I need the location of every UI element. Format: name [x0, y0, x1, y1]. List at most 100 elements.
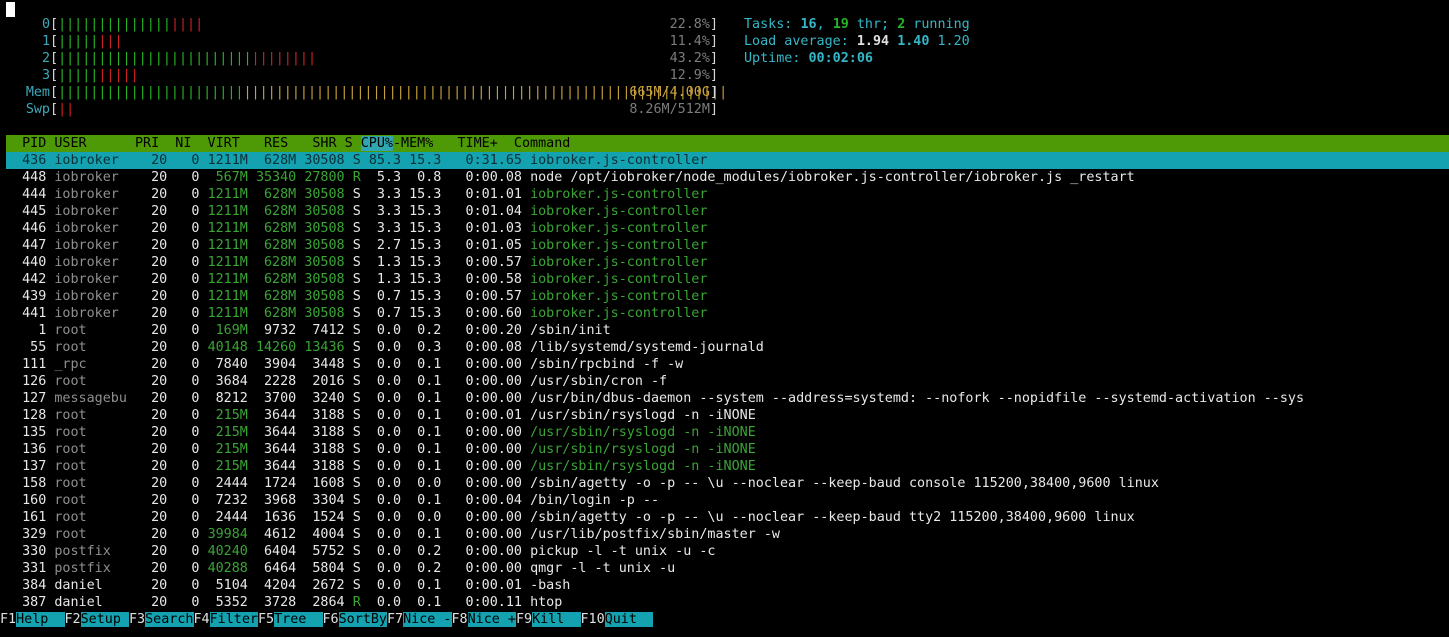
process-row[interactable]: 128 root 20 0 215M 3644 3188 S 0.0 0.1 0…: [6, 407, 1449, 424]
state-cell: S: [352, 374, 369, 389]
mem-percent-cell: 0.8: [409, 170, 450, 185]
user-cell: postfix: [54, 544, 135, 559]
process-row[interactable]: 127 messagebu 20 0 8212 3700 3240 S 0.0 …: [6, 390, 1449, 407]
process-row[interactable]: 55 root 20 0 40148 14260 13436 S 0.0 0.3…: [6, 339, 1449, 356]
command-cell: /lib/systemd/systemd-journald: [530, 340, 764, 355]
fkey-f10-button[interactable]: F10Quit: [580, 612, 654, 627]
priority-cell: 20: [135, 374, 176, 389]
command-cell: iobroker.js-controller: [530, 306, 708, 321]
time-cell: 0:00.58: [449, 272, 531, 287]
process-row[interactable]: 158 root 20 0 2444 1724 1608 S 0.0 0.0 0…: [6, 475, 1449, 492]
process-row[interactable]: 1 root 20 0 169M 9732 7412 S 0.0 0.2 0:0…: [6, 322, 1449, 339]
priority-cell: 20: [135, 578, 176, 593]
process-row[interactable]: 442 iobroker 20 0 1211M 628M 30508 S 1.3…: [6, 271, 1449, 288]
fkey-f8-button[interactable]: F8Nice +: [451, 612, 516, 627]
res-cell: 628M: [255, 272, 305, 287]
process-row[interactable]: 136 root 20 0 215M 3644 3188 S 0.0 0.1 0…: [6, 441, 1449, 458]
fkey-f1-button[interactable]: F1Help: [0, 612, 65, 627]
command-cell: /usr/sbin/rsyslogd -n -iNONE: [530, 459, 756, 474]
res-cell: 1724: [255, 476, 305, 491]
process-row[interactable]: 439 iobroker 20 0 1211M 628M 30508 S 0.7…: [6, 288, 1449, 305]
command-cell: /usr/sbin/cron -f: [530, 374, 668, 389]
mem-percent-cell: 15.3: [409, 221, 450, 236]
mem-percent-cell: 0.0: [409, 510, 450, 525]
shr-cell: 1608: [304, 476, 353, 491]
mem-percent-cell: 15.3: [409, 255, 450, 270]
priority-cell: 20: [135, 476, 176, 491]
time-cell: 0:00.01: [449, 578, 531, 593]
cpu-value-wrap: 12.9%]: [670, 67, 718, 84]
process-row[interactable]: 445 iobroker 20 0 1211M 628M 30508 S 3.3…: [6, 203, 1449, 220]
priority-cell: 20: [135, 425, 176, 440]
cpu-value: 22.8%: [669, 17, 710, 32]
process-row[interactable]: 447 iobroker 20 0 1211M 628M 30508 S 2.7…: [6, 237, 1449, 254]
fkey-f2-button[interactable]: F2Setup: [64, 612, 129, 627]
process-row[interactable]: 135 root 20 0 215M 3644 3188 S 0.0 0.1 0…: [6, 424, 1449, 441]
res-cell: 628M: [255, 238, 305, 253]
cpu-bar-kernel: |||||: [98, 68, 139, 83]
command-cell: node /opt/iobroker/node_modules/iobroker…: [530, 170, 1135, 185]
fkey-f7-button[interactable]: F7Nice -: [387, 612, 452, 627]
user-cell: iobroker: [54, 272, 135, 287]
process-row[interactable]: 161 root 20 0 2444 1636 1524 S 0.0 0.0 0…: [6, 509, 1449, 526]
priority-cell: 20: [135, 170, 176, 185]
fkey-f6-button[interactable]: F6SortBy: [322, 612, 387, 627]
nice-cell: 0: [175, 340, 208, 355]
virt-cell: 1211M: [207, 272, 256, 287]
load-15min: 1.20: [937, 34, 970, 49]
cpu-percent-cell: 0.0: [368, 357, 410, 372]
process-row[interactable]: 137 root 20 0 215M 3644 3188 S 0.0 0.1 0…: [6, 458, 1449, 475]
shr-cell: 3188: [304, 425, 353, 440]
fkey-f3-button[interactable]: F3Search: [129, 612, 194, 627]
mem-percent-cell: 0.1: [409, 493, 450, 508]
process-row[interactable]: 440 iobroker 20 0 1211M 628M 30508 S 1.3…: [6, 254, 1449, 271]
process-row[interactable]: 329 root 20 0 39984 4612 4004 S 0.0 0.1 …: [6, 526, 1449, 543]
process-row[interactable]: 446 iobroker 20 0 1211M 628M 30508 S 3.3…: [6, 220, 1449, 237]
sort-column-cpu[interactable]: CPU%: [360, 136, 393, 151]
mem-percent-cell: 0.1: [409, 527, 450, 542]
process-row[interactable]: 330 postfix 20 0 40240 6404 5752 S 0.0 0…: [6, 543, 1449, 560]
time-cell: 0:01.04: [449, 204, 531, 219]
process-row[interactable]: 436 iobroker 20 0 1211M 628M 30508 S 85.…: [6, 152, 1449, 169]
cpu-bar-user: |||||: [58, 68, 99, 83]
res-cell: 3644: [255, 425, 305, 440]
process-row[interactable]: 448 iobroker 20 0 567M 35340 27800 R 5.3…: [6, 169, 1449, 186]
virt-cell: 5104: [207, 578, 256, 593]
priority-cell: 20: [135, 340, 176, 355]
fkey-f9-button[interactable]: F9Kill: [516, 612, 581, 627]
process-list[interactable]: 436 iobroker 20 0 1211M 628M 30508 S 85.…: [6, 152, 1449, 611]
process-row[interactable]: 331 postfix 20 0 40288 6464 5804 S 0.0 0…: [6, 560, 1449, 577]
fkey-label: Quit: [604, 612, 654, 627]
command-cell: /sbin/init: [530, 323, 611, 338]
cpu-meters: 0[|||||||||||||||||| 22.8%] 1[|||||||| 11.4…: [22, 16, 718, 84]
fkey-key: F1: [0, 612, 17, 627]
mem-percent-cell: 0.1: [409, 595, 450, 610]
time-cell: 0:00.00: [449, 357, 531, 372]
fkey-label: SortBy: [338, 612, 387, 627]
time-cell: 0:00.00: [449, 510, 531, 525]
process-row[interactable]: 126 root 20 0 3684 2228 2016 S 0.0 0.1 0…: [6, 373, 1449, 390]
time-cell: 0:31.65: [449, 153, 531, 168]
fkey-key: F7: [387, 612, 404, 627]
header-columns-rest[interactable]: -MEM% TIME+ Command: [393, 136, 570, 151]
process-row[interactable]: 387 daniel 20 0 5352 3728 2864 R 0.0 0.1…: [6, 594, 1449, 611]
header-columns[interactable]: PID USER PRI NI VIRT RES SHR S: [6, 136, 361, 151]
pid-cell: 160: [6, 493, 55, 508]
time-cell: 0:00.00: [449, 459, 531, 474]
shr-cell: 30508: [304, 221, 353, 236]
process-table-header[interactable]: PID USER PRI NI VIRT RES SHR S CPU%-MEM%…: [6, 135, 1449, 152]
process-row[interactable]: 441 iobroker 20 0 1211M 628M 30508 S 0.7…: [6, 305, 1449, 322]
shr-cell: 3188: [304, 459, 353, 474]
command-cell: qmgr -l -t unix -u: [530, 561, 676, 576]
priority-cell: 20: [135, 510, 176, 525]
fkey-f4-button[interactable]: F4Filter: [193, 612, 258, 627]
process-row[interactable]: 444 iobroker 20 0 1211M 628M 30508 S 3.3…: [6, 186, 1449, 203]
fkey-f5-button[interactable]: F5Tree: [258, 612, 323, 627]
process-row[interactable]: 384 daniel 20 0 5104 4204 2672 S 0.0 0.1…: [6, 577, 1449, 594]
fkey-key: F10: [580, 612, 605, 627]
virt-cell: 169M: [207, 323, 256, 338]
process-row[interactable]: 160 root 20 0 7232 3968 3304 S 0.0 0.1 0…: [6, 492, 1449, 509]
nice-cell: 0: [175, 187, 208, 202]
res-cell: 628M: [255, 255, 305, 270]
process-row[interactable]: 111 _rpc 20 0 7840 3904 3448 S 0.0 0.1 0…: [6, 356, 1449, 373]
